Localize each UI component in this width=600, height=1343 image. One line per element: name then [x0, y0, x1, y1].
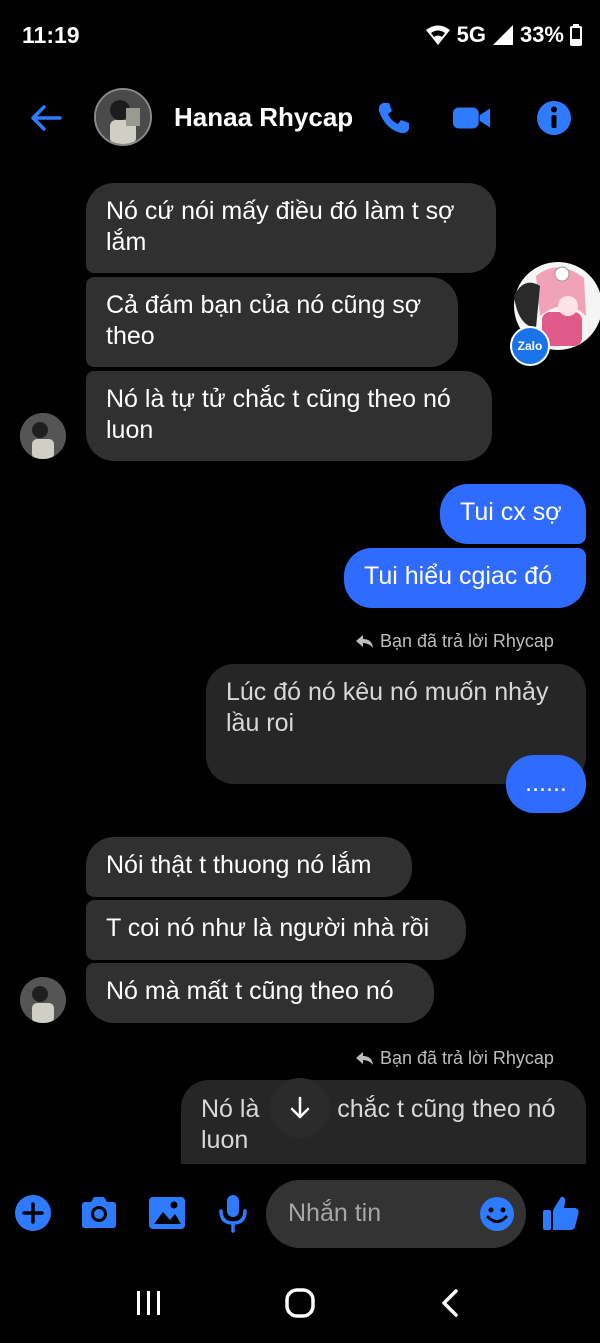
status-time: 11:19: [22, 22, 80, 48]
system-back-icon[interactable]: [438, 1288, 462, 1318]
plus-icon[interactable]: [12, 1192, 54, 1234]
avatar-image: [96, 90, 150, 144]
status-bar: 11:19 5G 33%: [0, 0, 600, 72]
info-icon[interactable]: [534, 98, 574, 138]
reply-indicator-text: Bạn đã trả lời Rhycap: [380, 1048, 554, 1068]
arrow-down-icon: [290, 1096, 310, 1119]
sender-avatar[interactable]: [20, 977, 66, 1023]
thumbs-up-icon[interactable]: [540, 1192, 582, 1234]
incoming-message[interactable]: Nó cứ nói mấy điều đó làm t sợ lắm: [86, 183, 496, 273]
reply-indicator: Bạn đã trả lời Rhycap: [356, 631, 554, 652]
camera-icon[interactable]: [78, 1192, 120, 1234]
quoted-text-start: Nó là: [201, 1095, 260, 1123]
incoming-message[interactable]: Cả đám bạn của nó cũng sợ theo: [86, 277, 458, 367]
network-label: 5G: [456, 22, 486, 47]
reply-indicator: Bạn đã trả lời Rhycap: [356, 1048, 554, 1069]
image-icon[interactable]: [146, 1192, 188, 1234]
reply-indicator-text: Bạn đã trả lời Rhycap: [380, 631, 554, 651]
quoted-message[interactable]: Nó là chắc t cũng theo nó luon: [181, 1080, 586, 1164]
incoming-message[interactable]: Nó mà mất t cũng theo nó: [86, 963, 434, 1023]
back-arrow-icon[interactable]: [28, 100, 64, 136]
system-nav-bar: [0, 1270, 600, 1343]
emoji-icon[interactable]: [478, 1195, 516, 1233]
reply-icon: [356, 1051, 373, 1065]
incoming-message[interactable]: Nói thật t thuong nó lắm: [86, 837, 412, 897]
battery-icon: [570, 24, 582, 46]
contact-avatar[interactable]: [94, 88, 152, 146]
outgoing-message[interactable]: Tui hiểu cgiac đó: [344, 548, 586, 608]
contact-name[interactable]: Hanaa Rhycap: [174, 102, 353, 133]
phone-icon[interactable]: [374, 98, 414, 138]
signal-icon: [492, 25, 513, 45]
status-indicators: 5G 33%: [425, 22, 582, 48]
recent-apps-icon[interactable]: [134, 1290, 164, 1316]
quoted-text-line2: luon: [201, 1126, 249, 1154]
sender-avatar[interactable]: [20, 413, 66, 459]
battery-percent: 33%: [519, 22, 564, 47]
mic-icon[interactable]: [212, 1192, 254, 1234]
incoming-message[interactable]: T coi nó như là người nhà rồi: [86, 900, 466, 960]
wifi-icon: [425, 25, 450, 45]
zalo-badge: Zalo: [510, 326, 550, 366]
outgoing-message[interactable]: Tui cx sợ: [440, 484, 586, 544]
message-input-placeholder: Nhắn tin: [288, 1199, 382, 1227]
scroll-to-bottom-button[interactable]: [270, 1078, 330, 1138]
home-icon[interactable]: [284, 1287, 316, 1319]
incoming-message[interactable]: Nó là tự tử chắc t cũng theo nó luon: [86, 371, 492, 461]
chat-head-bubble[interactable]: Zalo: [506, 256, 600, 366]
video-icon[interactable]: [452, 98, 492, 138]
quoted-text-end: chắc t cũng theo nó: [337, 1095, 556, 1123]
reply-icon: [356, 634, 373, 648]
outgoing-message[interactable]: ......: [506, 755, 586, 813]
